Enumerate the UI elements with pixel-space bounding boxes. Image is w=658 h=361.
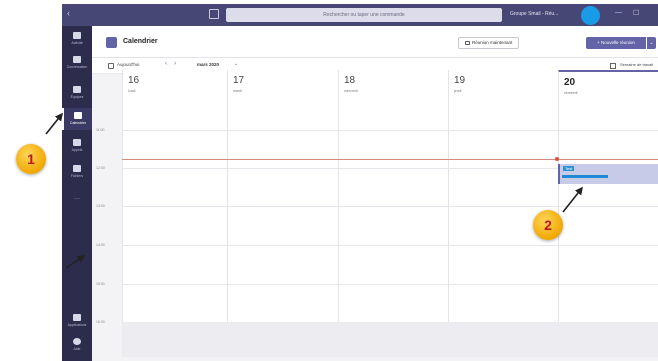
arrow-to-event — [562, 186, 583, 213]
arrow-to-calendar — [45, 112, 63, 135]
callout-badge-2: 2 — [533, 210, 563, 240]
callout-badge-1: 1 — [16, 144, 46, 174]
arrow-to-rail — [65, 255, 86, 269]
annotation-arrows — [45, 112, 583, 269]
